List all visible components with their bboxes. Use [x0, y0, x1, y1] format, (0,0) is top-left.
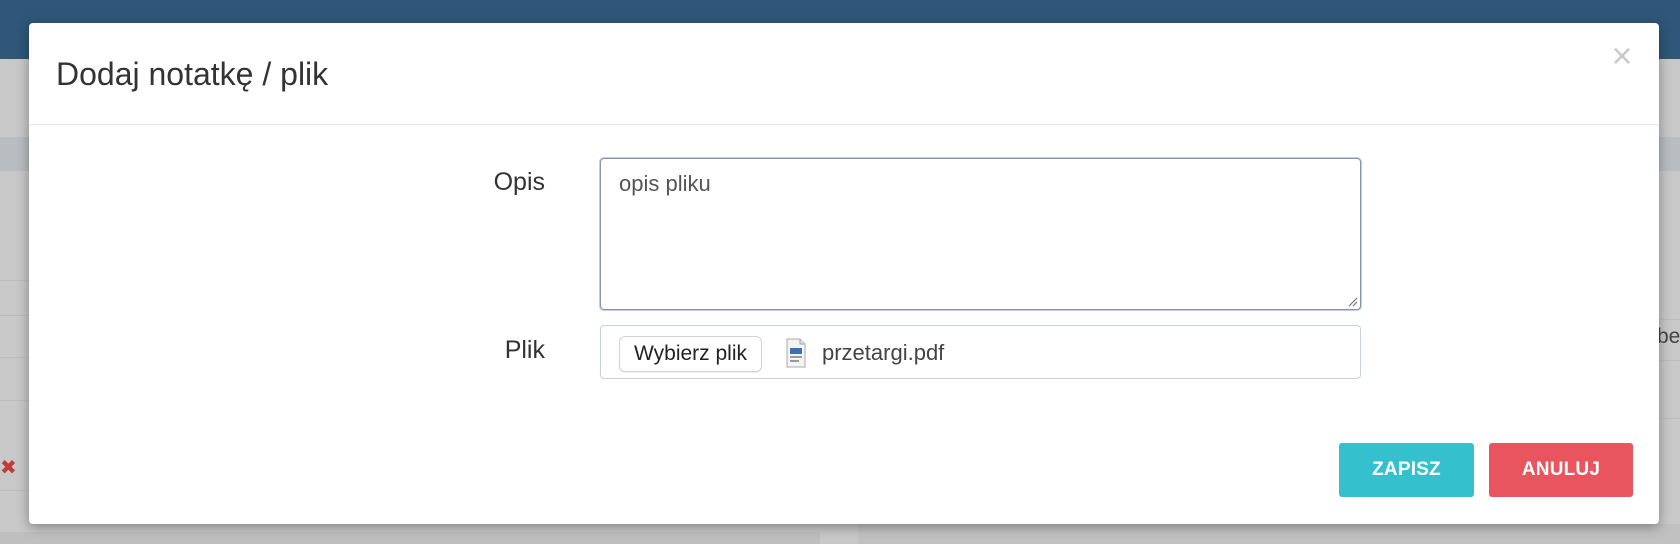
file-input[interactable]: Wybierz plik przetargi.pdf — [600, 325, 1361, 379]
selected-file-name: przetargi.pdf — [822, 340, 945, 365]
background-footer-left — [0, 532, 820, 544]
background-row-divider — [1659, 319, 1680, 320]
background-row-divider — [0, 400, 30, 401]
choose-file-button[interactable]: Wybierz plik — [619, 336, 762, 372]
cancel-button[interactable]: ANULUJ — [1489, 443, 1633, 497]
background-row-divider — [0, 315, 30, 316]
description-textarea[interactable]: opis pliku — [600, 158, 1361, 310]
pdf-file-icon — [786, 338, 806, 368]
add-note-modal: Dodaj notatkę / plik × Opis opis pliku P… — [29, 23, 1659, 524]
file-label: Plik — [504, 336, 545, 364]
modal-header: Dodaj notatkę / plik × — [29, 23, 1659, 125]
modal-title: Dodaj notatkę / plik — [56, 56, 329, 92]
background-row-divider — [0, 490, 30, 491]
close-icon[interactable]: × — [1607, 38, 1637, 74]
save-button[interactable]: ZAPISZ — [1339, 443, 1474, 497]
resize-handle-icon[interactable] — [1346, 295, 1358, 307]
background-partial-text: be — [1657, 325, 1680, 348]
background-row-divider — [1659, 360, 1680, 361]
background-delete-icon: ✖ — [0, 457, 17, 479]
background-row-divider — [0, 357, 30, 358]
background-footer-right — [858, 524, 1680, 544]
description-label: Opis — [493, 168, 545, 196]
background-row-divider — [0, 280, 30, 281]
background-row-divider — [1659, 418, 1680, 419]
